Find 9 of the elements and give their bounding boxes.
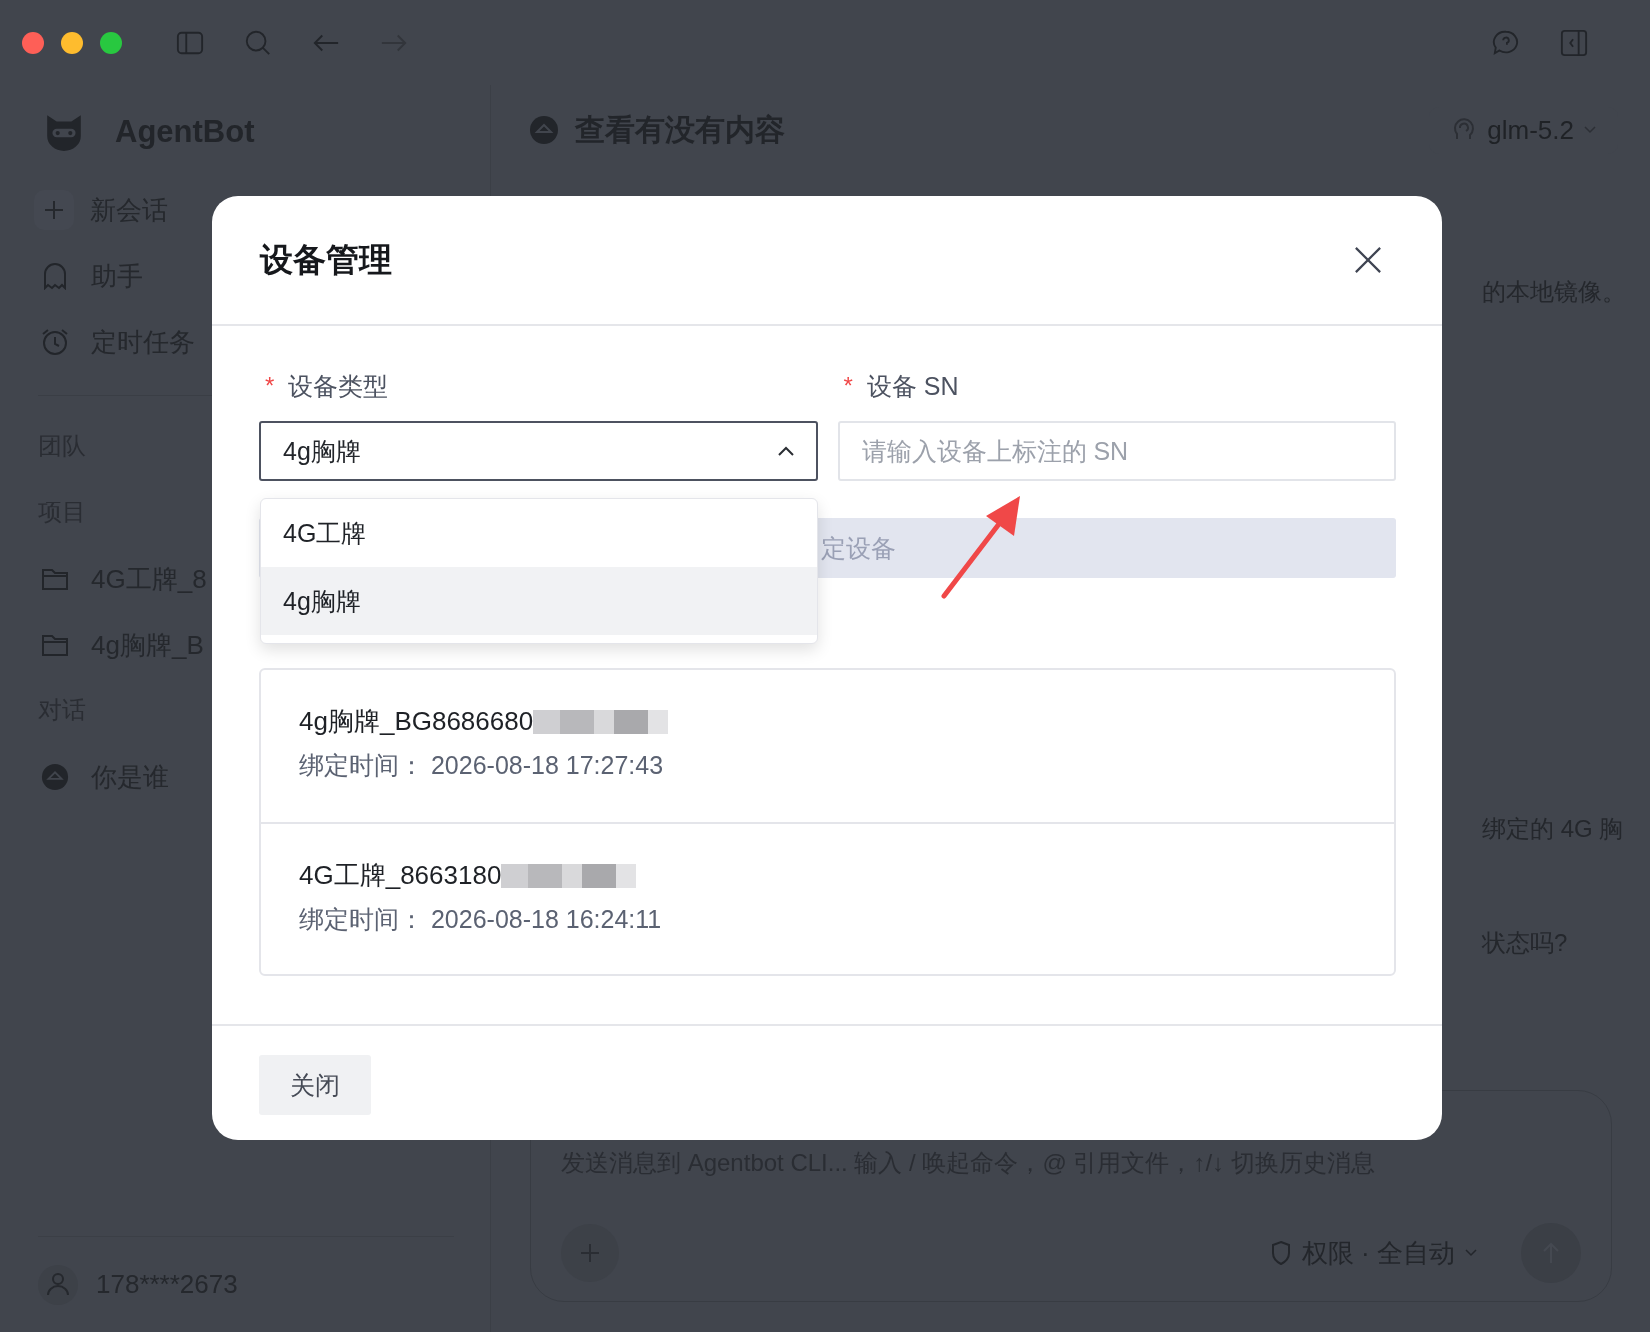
dialog-title: 设备管理 — [260, 239, 392, 280]
device-name: 4G工牌_8663180 — [299, 859, 502, 892]
field-label: 设备类型 — [288, 370, 389, 402]
field-label: 设备 SN — [866, 370, 959, 402]
required-mark: * — [264, 372, 275, 400]
device-name: 4g胸牌_BG8686680 — [299, 705, 534, 738]
required-mark: * — [842, 372, 853, 400]
bound-time: 绑定时间： 2026-08-18 17:27:43 — [299, 750, 665, 781]
bound-time: 绑定时间： 2026-08-18 16:24:11 — [299, 904, 663, 935]
